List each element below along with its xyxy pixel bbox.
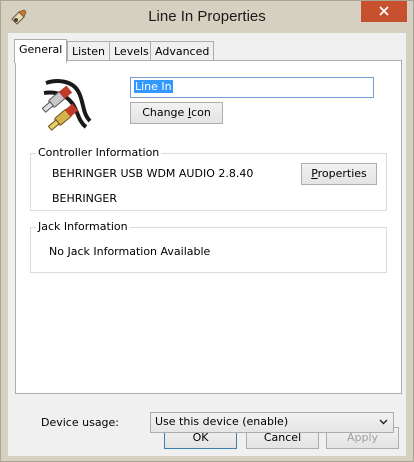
controller-properties-button[interactable]: Properties — [301, 163, 377, 185]
tab-general[interactable]: General — [14, 39, 68, 63]
close-button[interactable] — [361, 1, 407, 22]
chevron-down-icon — [379, 419, 388, 425]
device-name-input[interactable]: Line In — [130, 77, 374, 98]
device-name-selected-text: Line In — [134, 80, 173, 93]
tab-listen[interactable]: Listen — [67, 41, 110, 61]
change-icon-label: Change Icon — [142, 106, 211, 119]
device-usage-label: Device usage: — [41, 416, 120, 429]
controller-information-group: Controller Information BEHRINGER USB WDM… — [30, 146, 387, 211]
title-bar[interactable]: Line In Properties — [1, 1, 413, 33]
controller-group-label: Controller Information — [36, 146, 162, 159]
controller-driver-name: BEHRINGER USB WDM AUDIO 2.8.40 — [52, 167, 254, 180]
device-usage-select[interactable]: Use this device (enable) — [150, 412, 394, 433]
properties-label: Properties — [311, 167, 367, 180]
jack-group-label: Jack Information — [36, 220, 130, 233]
jack-info-text: No Jack Information Available — [49, 245, 211, 258]
close-icon — [379, 6, 389, 16]
tab-levels[interactable]: Levels — [109, 41, 154, 61]
general-tab-panel: Line In Change Icon Controller Informati… — [15, 60, 402, 433]
device-usage-selected-value: Use this device (enable) — [155, 415, 289, 428]
controller-manufacturer: BEHRINGER — [52, 192, 118, 205]
rca-cable-icon — [41, 79, 92, 131]
window-title: Line In Properties — [148, 8, 266, 25]
jack-information-group: Jack Information No Jack Information Ava… — [30, 220, 387, 273]
change-icon-button[interactable]: Change Icon — [130, 102, 223, 124]
dialog-client-area: General Listen Levels Advanced Line In C… — [8, 33, 406, 456]
tab-advanced[interactable]: Advanced — [150, 41, 215, 61]
dialog-window: Line In Properties General Listen Levels… — [0, 0, 414, 462]
